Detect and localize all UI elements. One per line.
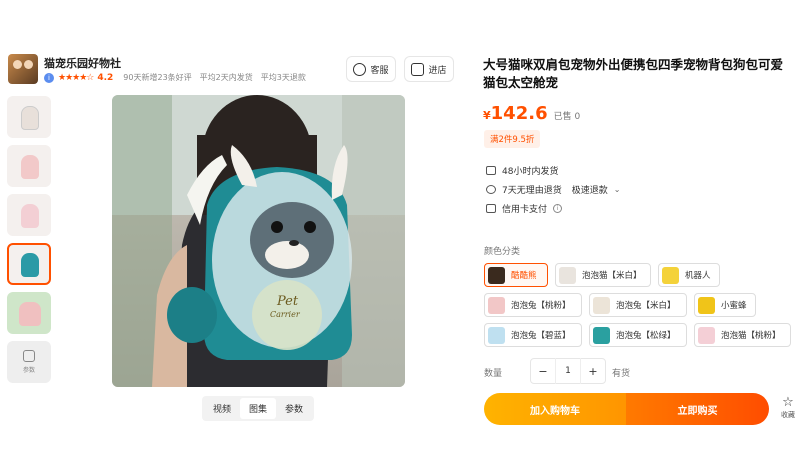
- variant-text: 泡泡兔【碧蓝】: [511, 331, 571, 341]
- variant-label: 颜色分类: [484, 247, 521, 257]
- card-icon: [486, 204, 496, 213]
- variant-text: 泡泡猫【桃粉】: [721, 331, 781, 341]
- favorite-button[interactable]: ☆ 收藏: [777, 396, 799, 420]
- variant-option[interactable]: 机器人: [658, 263, 720, 287]
- bag-print-carrier: Carrier: [270, 310, 301, 319]
- increment-button[interactable]: +: [581, 365, 605, 378]
- currency-symbol: ¥: [483, 109, 491, 122]
- tab-gallery[interactable]: 图集: [240, 398, 277, 419]
- variant-option[interactable]: 泡泡兔【桃粉】: [484, 293, 582, 317]
- variant-option[interactable]: 泡泡兔【碧蓝】: [484, 323, 582, 347]
- box-icon: [486, 166, 496, 175]
- thumbnail-list: 参数: [7, 96, 53, 390]
- variant-swatch: [488, 326, 505, 344]
- variant-swatch: [698, 296, 715, 314]
- list-icon: [23, 350, 35, 362]
- price-value: 142.6: [490, 103, 548, 124]
- service-text: 7天无理由退货: [502, 186, 562, 196]
- decrement-button[interactable]: −: [531, 365, 555, 378]
- variant-text: 酷酷熊: [511, 271, 537, 281]
- shop-rating: 4.2: [97, 72, 114, 83]
- product-title: 大号猫咪双肩包宠物外出便携包四季宠物背包狗包可爱猫包太空舱宠: [483, 57, 784, 90]
- variant-option[interactable]: 泡泡兔【米白】: [589, 293, 687, 317]
- shop-header: 猫宠乐园好物社 i ★★★★☆ 4.2 90天新增23条好评 平均2天内发货 平…: [8, 54, 308, 88]
- customer-service-button[interactable]: 客服: [346, 56, 396, 82]
- thumbnail[interactable]: [7, 292, 51, 334]
- thumbnail[interactable]: [7, 145, 51, 187]
- chevron-down-icon[interactable]: ⌄: [614, 185, 621, 194]
- buy-now-button[interactable]: 立即购买: [626, 393, 769, 425]
- shop-stat: 平均3天退款: [260, 73, 306, 82]
- shop-name[interactable]: 猫宠乐园好物社: [44, 55, 121, 71]
- service-returns: 7天无理由退货 极速退款 ⌄: [486, 183, 620, 196]
- store-icon: [411, 62, 425, 76]
- price: ¥142.6: [483, 103, 548, 124]
- quantity-input[interactable]: 1: [555, 358, 581, 384]
- product-photo: Pet Carrier: [112, 95, 405, 387]
- price-row: ¥142.6 已售 0: [483, 103, 580, 124]
- variant-text: 泡泡兔【桃粉】: [511, 301, 571, 311]
- service-text: 48小时内发货: [502, 167, 559, 177]
- variant-text: 机器人: [685, 271, 711, 281]
- shop-stat: 平均2天内发货: [199, 73, 253, 82]
- stock-status: 有货: [612, 369, 631, 379]
- thumbnail-more[interactable]: 参数: [7, 341, 51, 383]
- main-product-image[interactable]: Pet Carrier: [112, 95, 405, 387]
- return-icon: [486, 185, 496, 194]
- variant-text: 泡泡兔【米白】: [616, 301, 676, 311]
- media-tabs: 视频 图集 参数: [202, 396, 315, 421]
- customer-service-label: 客服: [370, 65, 389, 76]
- info-icon[interactable]: i: [553, 204, 563, 213]
- variant-option[interactable]: 泡泡猫【米白】: [555, 263, 651, 287]
- fast-refund-label[interactable]: 极速退款: [572, 183, 608, 196]
- tab-params[interactable]: 参数: [276, 398, 312, 419]
- enter-shop-button[interactable]: 进店: [404, 56, 454, 82]
- thumbnail-more-label: 参数: [22, 367, 35, 374]
- variant-swatch: [488, 296, 505, 314]
- variant-swatch: [593, 326, 610, 344]
- sold-count: 已售 0: [553, 112, 581, 122]
- shop-stat: 90天新增23条好评: [123, 73, 192, 82]
- variant-option[interactable]: 泡泡兔【松绿】: [589, 323, 687, 347]
- star-icon: ☆: [782, 395, 794, 410]
- promo-badge[interactable]: 满2件9.5折: [484, 130, 541, 148]
- variant-swatch: [488, 266, 505, 284]
- quantity-label: 数量: [484, 369, 503, 379]
- variant-text: 小蜜蜂: [721, 301, 747, 311]
- thumbnail-active[interactable]: [7, 243, 51, 285]
- service-shipping: 48小时内发货: [486, 164, 558, 177]
- headset-icon: [353, 62, 367, 76]
- variant-option[interactable]: 小蜜蜂: [694, 293, 756, 317]
- verified-badge-icon: i: [44, 72, 54, 83]
- variant-swatch: [559, 266, 576, 284]
- thumbnail[interactable]: [7, 194, 51, 236]
- service-text: 信用卡支付: [502, 205, 548, 215]
- favorite-label: 收藏: [781, 411, 795, 419]
- rating-stars-icon: ★★★★☆: [58, 72, 94, 83]
- shop-meta: i ★★★★☆ 4.2 90天新增23条好评 平均2天内发货 平均3天退款: [44, 72, 310, 83]
- tab-video[interactable]: 视频: [204, 398, 240, 419]
- quantity-stepper: − 1 +: [530, 358, 606, 384]
- add-to-cart-button[interactable]: 加入购物车: [484, 393, 626, 425]
- bag-print-pet: Pet: [276, 294, 299, 309]
- variant-text: 泡泡猫【米白】: [582, 271, 642, 281]
- variant-option[interactable]: 泡泡猫【桃粉】: [694, 323, 791, 347]
- shop-logo[interactable]: [8, 54, 38, 84]
- variant-swatch: [593, 296, 610, 314]
- service-payment: 信用卡支付 i: [486, 202, 563, 215]
- variant-text: 泡泡兔【松绿】: [616, 331, 676, 341]
- variant-option[interactable]: 酷酷熊: [484, 263, 548, 287]
- enter-shop-label: 进店: [428, 65, 447, 76]
- variant-swatch: [698, 326, 715, 344]
- variant-swatch: [662, 266, 679, 284]
- thumbnail[interactable]: [7, 96, 51, 138]
